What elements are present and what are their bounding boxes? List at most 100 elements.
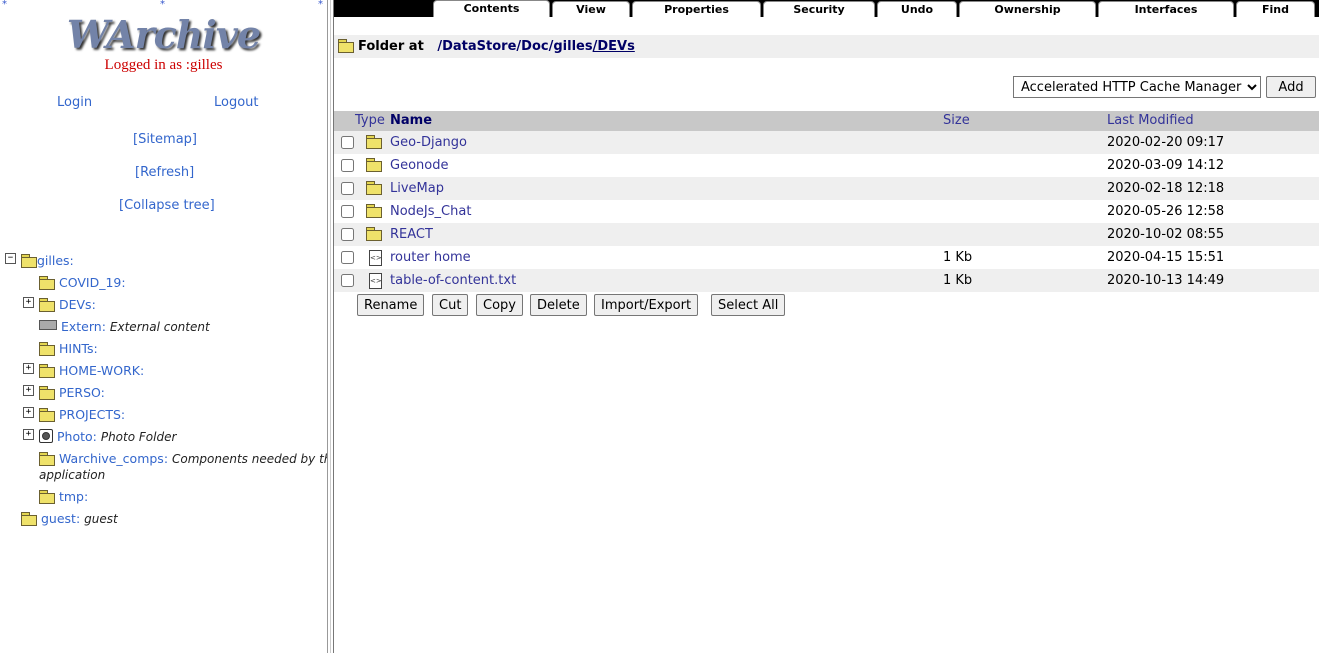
tree-item-label[interactable]: Extern: [61, 319, 106, 334]
select-all-button[interactable]: Select All [711, 294, 786, 316]
tree-item-projects[interactable]: PROJECTS: [39, 407, 125, 423]
row-checkbox[interactable] [341, 228, 354, 241]
tree-item-label[interactable]: PROJECTS: [59, 407, 125, 422]
tree-item-hints[interactable]: HINTs: [39, 341, 98, 357]
row-checkbox[interactable] [341, 205, 354, 218]
refresh-link[interactable]: [Refresh] [135, 165, 194, 180]
item-name-link[interactable]: NodeJs_Chat [390, 200, 471, 223]
table-row: <> table-of-content.txt 1 Kb 2020-10-13 … [334, 269, 1319, 292]
item-name-link[interactable]: Geonode [390, 154, 448, 177]
external-drive-icon [39, 320, 57, 330]
collapse-toggle-icon[interactable]: − [5, 253, 16, 264]
column-header-last-modified[interactable]: Last Modified [1107, 111, 1194, 131]
tree-item-guest[interactable]: guest: guest [21, 511, 118, 527]
breadcrumb-devs[interactable]: /DEVs [593, 39, 635, 54]
item-last-modified: 2020-10-13 14:49 [1107, 273, 1225, 288]
breadcrumb-doc[interactable]: /Doc [516, 39, 548, 54]
login-link[interactable]: Login [57, 95, 92, 110]
tab-view[interactable]: View [552, 1, 630, 17]
expand-toggle-icon[interactable]: + [23, 385, 34, 396]
logged-in-status: Logged in as :gilles [104, 57, 223, 73]
item-name-link[interactable]: Geo-Django [390, 131, 467, 154]
tree-item-label[interactable]: HOME-WORK: [59, 363, 144, 378]
expand-toggle-icon[interactable]: + [23, 429, 34, 440]
folder-icon [366, 158, 382, 172]
breadcrumb-gilles[interactable]: /gilles [549, 39, 593, 54]
item-last-modified: 2020-04-15 15:51 [1107, 250, 1225, 265]
table-row: <> router home 1 Kb 2020-04-15 15:51 [334, 246, 1319, 269]
folder-icon [21, 512, 37, 526]
tree-item-label[interactable]: DEVs: [59, 297, 96, 312]
tab-security[interactable]: Security [763, 1, 875, 17]
collapse-tree-link[interactable]: [Collapse tree] [119, 198, 215, 213]
item-name-link[interactable]: router home [390, 246, 471, 269]
tree-item-devs[interactable]: DEVs: [39, 297, 96, 313]
import-export-button[interactable]: Import/Export [594, 294, 699, 316]
tree-item-description: Components needed by this [172, 452, 341, 466]
tab-interfaces[interactable]: Interfaces [1098, 1, 1234, 17]
tree-item-warchive-comps[interactable]: Warchive_comps: Components needed by thi… [39, 451, 341, 467]
row-checkbox[interactable] [341, 251, 354, 264]
folder-icon [39, 408, 55, 422]
tree-item-perso[interactable]: PERSO: [39, 385, 105, 401]
tree-item-label[interactable]: HINTs: [59, 341, 98, 356]
expand-toggle-icon[interactable]: + [23, 297, 34, 308]
tab-contents[interactable]: Contents [433, 0, 550, 17]
tree-item-label[interactable]: Photo: [57, 429, 97, 444]
tree-item-home-work[interactable]: HOME-WORK: [39, 363, 144, 379]
logout-link[interactable]: Logout [214, 95, 259, 110]
expand-toggle-icon[interactable]: + [23, 407, 34, 418]
row-checkbox[interactable] [341, 136, 354, 149]
tree-item-covid19[interactable]: COVID_19: [39, 275, 126, 291]
file-icon: <> [369, 250, 382, 266]
tree-item-description: guest [84, 512, 118, 526]
rename-button[interactable]: Rename [357, 294, 425, 316]
item-size: 1 Kb [943, 250, 973, 265]
tree-item-label[interactable]: PERSO: [59, 385, 105, 400]
delete-button[interactable]: Delete [530, 294, 587, 316]
item-size: 1 Kb [943, 273, 973, 288]
row-checkbox[interactable] [341, 182, 354, 195]
tree-item-label[interactable]: guest: [41, 511, 80, 526]
tree-item-description: Photo Folder [100, 430, 177, 444]
table-row: Geonode 2020-03-09 14:12 [334, 154, 1319, 177]
tree-item-label[interactable]: gilles: [37, 253, 74, 268]
tab-properties[interactable]: Properties [632, 1, 761, 17]
item-name-link[interactable]: LiveMap [390, 177, 444, 200]
folder-icon [39, 298, 55, 312]
sitemap-link[interactable]: [Sitemap] [133, 132, 197, 147]
item-name-link[interactable]: table-of-content.txt [390, 269, 516, 292]
frame-splitter[interactable] [327, 0, 334, 653]
add-button[interactable]: Add [1266, 76, 1316, 98]
tab-undo[interactable]: Undo [877, 1, 957, 17]
tree-item-label[interactable]: tmp: [59, 489, 88, 504]
tree-item-label[interactable]: Warchive_comps: [59, 451, 168, 466]
column-header-name[interactable]: Name [390, 111, 432, 131]
tab-bar: Contents View Properties Security Undo O… [334, 0, 1319, 17]
column-header-size[interactable]: Size [943, 111, 970, 131]
tree-item-label[interactable]: COVID_19: [59, 275, 126, 290]
cut-button[interactable]: Cut [432, 294, 469, 316]
folder-icon [338, 39, 354, 53]
add-object-select[interactable]: Accelerated HTTP Cache Manager [1013, 76, 1261, 98]
row-checkbox[interactable] [341, 274, 354, 287]
file-icon: <> [369, 273, 382, 289]
row-checkbox[interactable] [341, 159, 354, 172]
breadcrumb-datastore[interactable]: /DataStore [437, 39, 516, 54]
tree-item-description: External content [109, 320, 210, 334]
tree-item-tmp[interactable]: tmp: [39, 489, 88, 505]
table-row: NodeJs_Chat 2020-05-26 12:58 [334, 200, 1319, 223]
folder-icon [366, 181, 382, 195]
tree-item-extern[interactable]: Extern: External content [39, 319, 210, 335]
tab-ownership[interactable]: Ownership [959, 1, 1096, 17]
copy-button[interactable]: Copy [476, 294, 523, 316]
app-logo: WArchive [66, 12, 261, 57]
tab-find[interactable]: Find [1236, 1, 1315, 17]
item-name-link[interactable]: REACT [390, 223, 433, 246]
expand-toggle-icon[interactable]: + [23, 363, 34, 374]
frame-marker-icon: * [160, 0, 165, 10]
tree-item-gilles[interactable]: gilles: [21, 253, 74, 269]
table-row: REACT 2020-10-02 08:55 [334, 223, 1319, 246]
tree-item-photo[interactable]: Photo: Photo Folder [39, 429, 176, 445]
column-header-type[interactable]: Type [355, 111, 385, 131]
